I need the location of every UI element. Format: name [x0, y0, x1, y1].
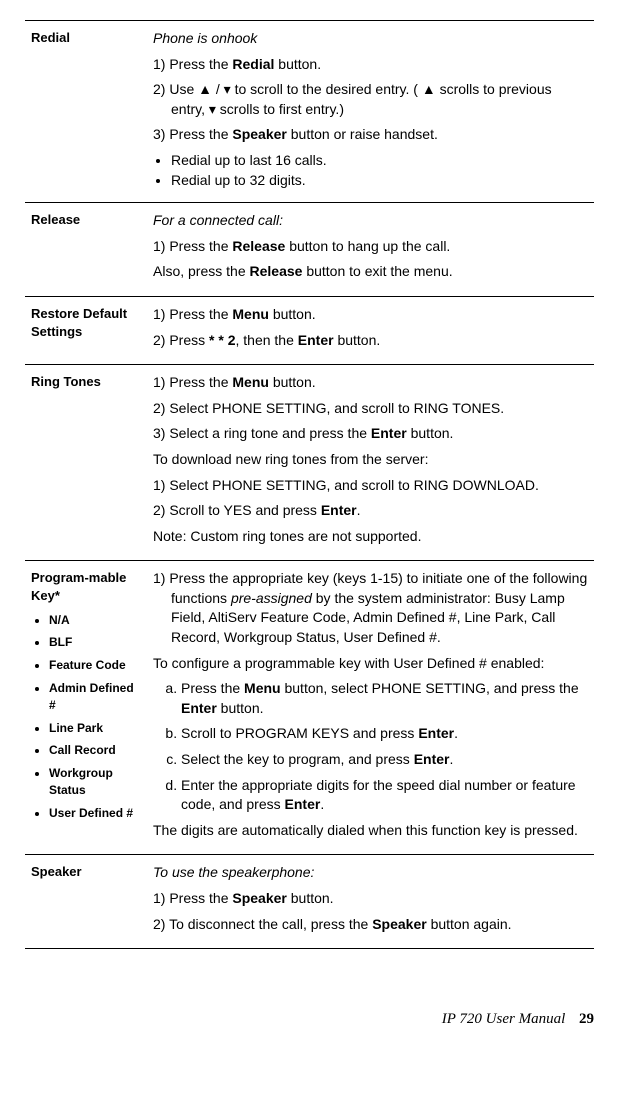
feature-name: Release — [25, 203, 147, 297]
bullet: Redial up to last 16 calls. — [171, 151, 588, 171]
feature-name: Speaker — [25, 855, 147, 949]
feature-desc: 1) Press the Menu button. 2) Select PHON… — [147, 365, 594, 561]
table-row: Program-mable Key* N/A BLF Feature Code … — [25, 561, 594, 855]
feature-name: Program-mable Key* N/A BLF Feature Code … — [25, 561, 147, 855]
feature-subitem: N/A — [49, 612, 141, 629]
feature-subitem: Line Park — [49, 720, 141, 737]
step: 2) To disconnect the call, press the Spe… — [153, 915, 588, 935]
step: 2) Scroll to YES and press Enter. — [153, 501, 588, 521]
table-row: Ring Tones 1) Press the Menu button. 2) … — [25, 365, 594, 561]
substep: Select the key to program, and press Ent… — [181, 750, 588, 770]
step: 1) Press the Release button to hang up t… — [153, 237, 588, 257]
feature-desc: 1) Press the Menu button. 2) Press * * 2… — [147, 296, 594, 364]
step: 1) Press the Speaker button. — [153, 889, 588, 909]
step: 2) Select PHONE SETTING, and scroll to R… — [153, 399, 588, 419]
feature-subitem: Admin Defined # — [49, 680, 141, 714]
note-text: Note: Custom ring tones are not supporte… — [153, 527, 588, 547]
feature-name: Ring Tones — [25, 365, 147, 561]
table-row: Release For a connected call: 1) Press t… — [25, 203, 594, 297]
step: 1) Press the Menu button. — [153, 373, 588, 393]
feature-subitem: Call Record — [49, 742, 141, 759]
doc-title: IP 720 User Manual — [442, 1011, 565, 1027]
substep: Press the Menu button, select PHONE SETT… — [181, 679, 588, 718]
page-number: 29 — [579, 1011, 594, 1027]
table-row: Speaker To use the speakerphone: 1) Pres… — [25, 855, 594, 949]
step: To configure a programmable key with Use… — [153, 654, 588, 674]
feature-subitem: BLF — [49, 634, 141, 651]
table-row: Redial Phone is onhook 1) Press the Redi… — [25, 21, 594, 203]
bullet: Redial up to 32 digits. — [171, 171, 588, 191]
substep: Scroll to PROGRAM KEYS and press Enter. — [181, 724, 588, 744]
feature-subitem: User Defined # — [49, 805, 141, 822]
feature-desc: Phone is onhook 1) Press the Redial butt… — [147, 21, 594, 203]
feature-table: Redial Phone is onhook 1) Press the Redi… — [25, 20, 594, 949]
state-text: Phone is onhook — [153, 29, 588, 49]
substep: Enter the appropriate digits for the spe… — [181, 776, 588, 815]
step: 3) Select a ring tone and press the Ente… — [153, 424, 588, 444]
feature-desc: To use the speakerphone: 1) Press the Sp… — [147, 855, 594, 949]
step: 1) Press the Redial button. — [153, 55, 588, 75]
step: The digits are automatically dialed when… — [153, 821, 588, 841]
step: 2) Use ▲ / ▾ to scroll to the desired en… — [153, 80, 588, 119]
step: Also, press the Release button to exit t… — [153, 262, 588, 282]
step: 1) Press the appropriate key (keys 1-15)… — [153, 569, 588, 647]
feature-name: Restore Default Settings — [25, 296, 147, 364]
state-text: To use the speakerphone: — [153, 863, 588, 883]
feature-subitem: Workgroup Status — [49, 765, 141, 799]
table-row: Restore Default Settings 1) Press the Me… — [25, 296, 594, 364]
feature-title: Program-mable Key* — [31, 570, 126, 603]
feature-subitem: Feature Code — [49, 657, 141, 674]
step: 2) Press * * 2, then the Enter button. — [153, 331, 588, 351]
step: To download new ring tones from the serv… — [153, 450, 588, 470]
state-text: For a connected call: — [153, 211, 588, 231]
feature-desc: For a connected call: 1) Press the Relea… — [147, 203, 594, 297]
feature-name: Redial — [25, 21, 147, 203]
step: 3) Press the Speaker button or raise han… — [153, 125, 588, 145]
step: 1) Select PHONE SETTING, and scroll to R… — [153, 476, 588, 496]
page-footer: IP 720 User Manual 29 — [25, 1009, 594, 1030]
feature-desc: 1) Press the appropriate key (keys 1-15)… — [147, 561, 594, 855]
step: 1) Press the Menu button. — [153, 305, 588, 325]
